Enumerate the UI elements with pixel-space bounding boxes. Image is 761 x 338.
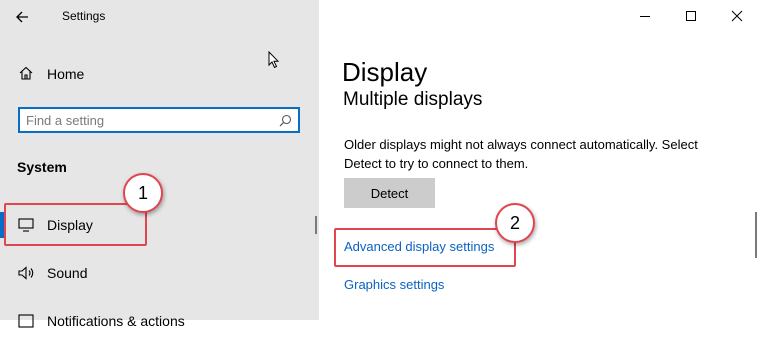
- search-input[interactable]: [26, 111, 266, 129]
- sidebar: Settings Home System Display: [0, 0, 319, 329]
- sidebar-item-label: Sound: [47, 265, 88, 281]
- notification-icon: [18, 314, 34, 333]
- callout-highlight-2: [334, 228, 516, 267]
- app-title: Settings: [62, 9, 106, 23]
- sidebar-item-label: Notifications & actions: [47, 313, 185, 329]
- close-icon: [731, 10, 743, 22]
- callout-badge-2: 2: [495, 203, 535, 243]
- home-icon: [18, 65, 34, 86]
- page-title: Display: [342, 57, 428, 87]
- close-button[interactable]: [714, 2, 760, 30]
- search-icon[interactable]: [279, 114, 292, 132]
- speaker-icon: [18, 266, 36, 285]
- minimize-icon: [640, 16, 650, 17]
- callout-highlight-1: [4, 203, 147, 246]
- minimize-button[interactable]: [622, 2, 668, 30]
- sidebar-scrollbar[interactable]: [315, 216, 317, 234]
- graphics-settings-link[interactable]: Graphics settings: [344, 277, 444, 292]
- callout-badge-1: 1: [123, 173, 163, 213]
- back-arrow-icon: [16, 11, 28, 23]
- mouse-cursor-icon: [268, 50, 280, 74]
- sidebar-item-label: Home: [47, 66, 85, 82]
- section-label: System: [17, 159, 67, 175]
- search-box[interactable]: [18, 107, 300, 133]
- maximize-icon: [686, 11, 696, 21]
- main-scrollbar[interactable]: [755, 212, 757, 258]
- sidebar-item-notifications[interactable]: Notifications & actions: [0, 304, 319, 338]
- back-button[interactable]: [10, 4, 38, 30]
- detect-button[interactable]: Detect: [344, 178, 435, 208]
- sidebar-item-sound[interactable]: Sound: [0, 256, 319, 290]
- section-heading: Multiple displays: [343, 89, 483, 110]
- description-text: Older displays might not always connect …: [344, 137, 698, 171]
- maximize-button[interactable]: [668, 2, 714, 30]
